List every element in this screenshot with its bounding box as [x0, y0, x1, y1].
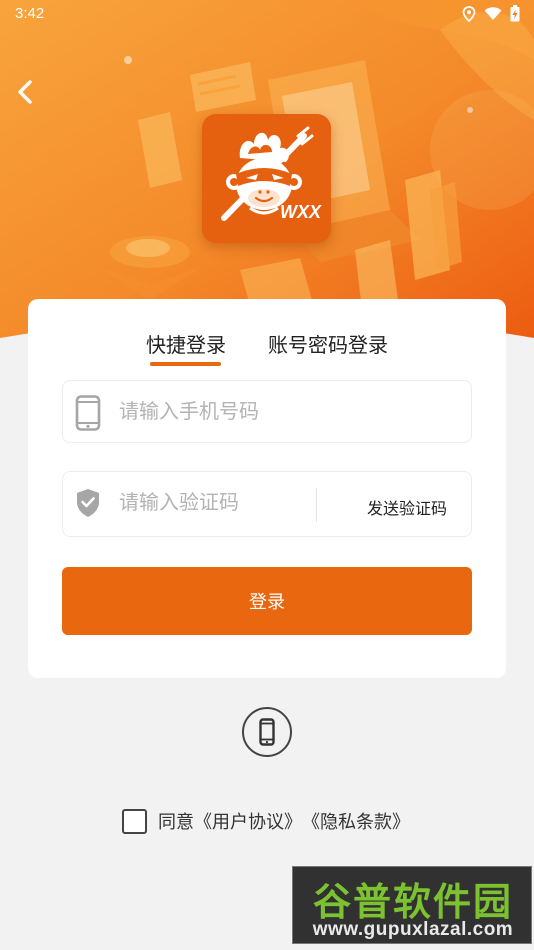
verification-code-field: 发送验证码 — [62, 471, 472, 537]
field-divider — [316, 488, 317, 522]
privacy-terms-link[interactable]: 《隐私条款》 — [302, 808, 410, 834]
verification-code-input[interactable] — [119, 482, 309, 522]
app-logo: WXX — [202, 114, 331, 243]
agreement-row: 同意 《用户协议》 《隐私条款》 — [122, 806, 410, 836]
tab-password-login[interactable]: 账号密码登录 — [268, 329, 388, 358]
shield-check-icon — [77, 489, 99, 517]
status-bar: 3:42 — [0, 0, 534, 28]
agree-prefix: 同意 — [158, 812, 194, 833]
location-icon — [462, 5, 476, 22]
status-icons — [462, 5, 520, 22]
watermark-title: 谷普软件园 — [312, 880, 513, 924]
phone-icon — [75, 395, 101, 431]
send-code-button[interactable]: 发送验证码 — [367, 495, 447, 519]
watermark-url: www.gupuxlazal.com — [312, 919, 514, 940]
status-time: 3:42 — [15, 5, 45, 22]
logo-text: WXX — [280, 202, 322, 222]
login-button[interactable]: 登录 — [62, 567, 472, 635]
phone-input[interactable] — [119, 391, 309, 431]
alt-login-button[interactable] — [242, 707, 292, 757]
login-card: 快捷登录 账号密码登录 发送验证码 登录 — [28, 299, 506, 678]
monkey-mascot-icon: WXX — [221, 126, 322, 222]
active-tab-indicator — [150, 362, 221, 366]
watermark: 谷普软件园 www.gupuxlazal.com — [292, 866, 532, 944]
wifi-icon — [484, 6, 502, 20]
mobile-phone-icon — [259, 718, 275, 746]
battery-charging-icon — [510, 5, 520, 22]
back-button[interactable] — [10, 76, 40, 108]
phone-field — [62, 380, 472, 443]
chevron-left-icon — [18, 80, 32, 104]
agree-checkbox[interactable] — [122, 808, 147, 834]
user-agreement-link[interactable]: 《用户协议》 — [194, 808, 302, 834]
tab-quick-login[interactable]: 快捷登录 — [146, 329, 226, 358]
